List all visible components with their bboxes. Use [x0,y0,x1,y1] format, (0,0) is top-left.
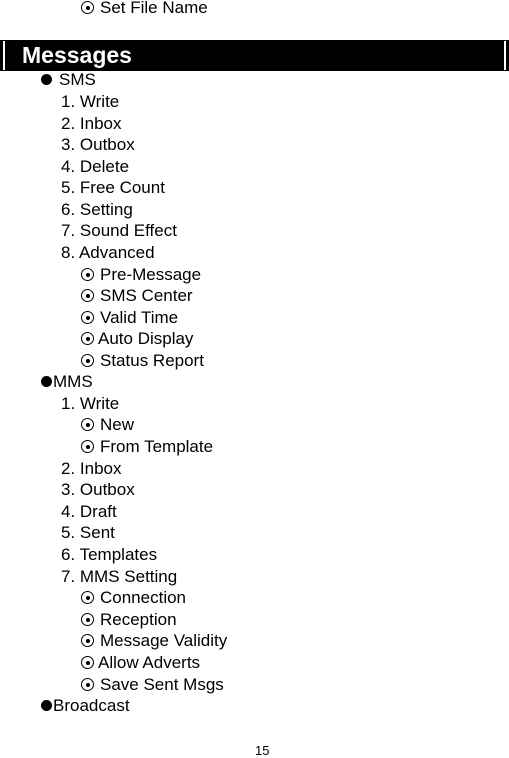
menu-subitem-label: SMS Center [100,286,193,305]
menu-item: 6. Templates [61,545,158,564]
menu-subitem: New [81,415,134,435]
circle-dot-bullet-icon [81,613,94,626]
menu-subitem: Allow Adverts [81,653,200,673]
menu-item: 1. Write [61,92,120,111]
filled-bullet-icon [41,700,52,711]
menu-subitem: Valid Time [81,308,178,328]
menu-item: 2. Inbox [61,459,122,478]
circle-dot-bullet-icon [81,634,94,647]
menu-group-label: MMS [53,372,93,391]
menu-item: 6. Setting [61,200,133,219]
menu-item: 2. Inbox [61,114,122,133]
menu-item: 7. Sound Effect [61,221,177,240]
menu-item: 7. MMS Setting [61,567,178,586]
menu-subitem: From Template [81,437,213,457]
circle-dot-bullet-icon [81,354,94,367]
menu-subitem-label: Pre-Message [100,265,202,284]
section-header: Messages [0,40,509,71]
menu-subitem: Status Report [81,351,204,371]
menu-subitem-label: From Template [100,437,214,456]
menu-item: 4. Delete [61,157,130,176]
menu-item: 3. Outbox [61,135,135,154]
menu-item: 1. Write [61,394,120,413]
menu-group-mms: MMS [41,372,93,392]
circle-dot-bullet-icon [81,418,94,431]
menu-subitem-label: Status Report [100,351,204,370]
circle-dot-bullet-icon [81,332,94,345]
header-left-strip [3,41,5,70]
menu-subitem-label: Connection [100,588,187,607]
menu-group-sms: SMS [41,70,96,90]
menu-subitem: SMS Center [81,286,193,306]
section-title: Messages [22,42,132,68]
circle-dot-bullet-icon [81,311,94,324]
menu-group-label: Broadcast [53,696,130,715]
circle-dot-bullet-icon [81,289,94,302]
menu-item: 5. Sent [61,523,115,542]
circle-dot-bullet-icon [81,678,94,691]
menu-group-broadcast: Broadcast [41,696,130,716]
menu-subitem-label: Set File Name [100,0,208,17]
circle-dot-bullet-icon [81,656,94,669]
menu-subitem-label: Message Validity [100,631,228,650]
page-number: 15 [255,743,270,758]
menu-subitem: Pre-Message [81,265,201,285]
menu-item: 5. Free Count [61,178,165,197]
menu-subitem-label: Valid Time [100,308,179,327]
menu-subitem-label: Allow Adverts [98,653,201,672]
menu-group-label: SMS [59,70,96,89]
circle-dot-bullet-icon [81,440,94,453]
circle-dot-bullet-icon [81,591,94,604]
menu-subitem-label: Auto Display [98,329,194,348]
menu-subitem: Auto Display [81,329,193,349]
menu-subitem-set-file-name: Set File Name [81,0,208,18]
menu-item: 8. Advanced [61,243,155,262]
menu-item: 4. Draft [61,502,117,521]
circle-dot-bullet-icon [81,268,94,281]
menu-subitem-label: Reception [100,610,177,629]
menu-subitem: Message Validity [81,631,227,651]
filled-bullet-icon [41,376,52,387]
menu-subitem-label: Save Sent Msgs [100,675,224,694]
header-right-strip [504,41,506,70]
menu-subitem: Reception [81,610,177,630]
filled-bullet-icon [41,74,52,85]
menu-subitem: Save Sent Msgs [81,675,224,695]
circle-dot-bullet-icon [81,1,94,14]
menu-subitem-label: New [100,415,135,434]
menu-subitem: Connection [81,588,186,608]
menu-item: 3. Outbox [61,480,135,499]
